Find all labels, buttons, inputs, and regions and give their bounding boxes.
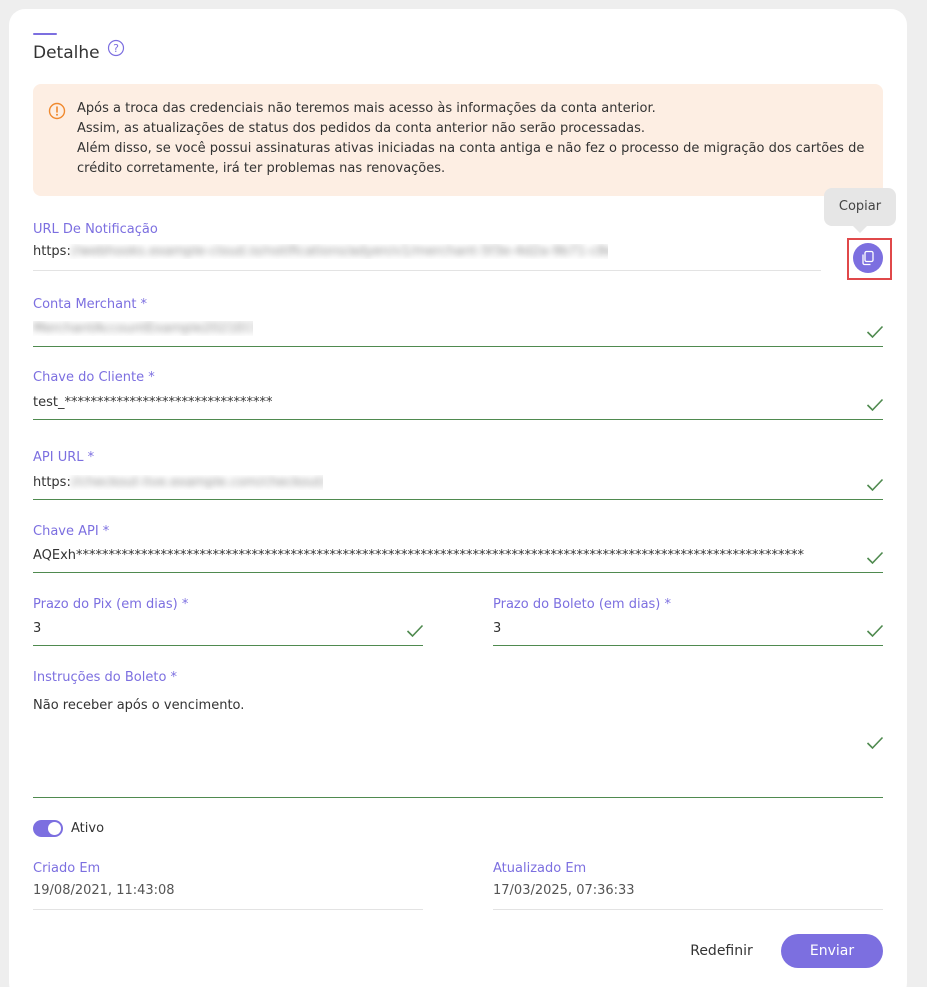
check-icon [866, 325, 884, 339]
pix-deadline-input[interactable]: 3 [33, 621, 41, 636]
notification-url-prefix: https: [33, 244, 71, 259]
boleto-instructions-underline [33, 797, 883, 798]
api-url-prefix: https: [33, 475, 71, 490]
reset-button[interactable]: Redefinir [680, 934, 763, 968]
title-accent-bar [33, 33, 57, 35]
updated-value: 17/03/2025, 07:36:33 [493, 883, 635, 898]
boleto-deadline-input[interactable]: 3 [493, 621, 501, 636]
client-key-label: Chave do Cliente * [33, 370, 155, 385]
created-value: 19/08/2021, 11:43:08 [33, 883, 175, 898]
api-key-input[interactable]: AQExh***********************************… [33, 548, 859, 563]
check-icon [866, 478, 884, 492]
created-label: Criado Em [33, 861, 101, 876]
alert-line: Assim, as atualizações de status dos ped… [77, 121, 646, 136]
active-toggle[interactable] [33, 820, 63, 837]
api-url-input[interactable]: https://checkout-live.example.com/checko… [33, 475, 323, 490]
api-key-underline [33, 572, 883, 573]
merchant-account-underline [33, 346, 883, 347]
merchant-account-label: Conta Merchant * [33, 297, 148, 312]
boleto-instructions-label: Instruções do Boleto * [33, 670, 178, 685]
check-icon [866, 624, 884, 638]
notification-url-redacted: //webhooks.example-cloud.io/notification… [70, 244, 608, 259]
tooltip-arrow [853, 226, 867, 233]
api-key-label: Chave API * [33, 524, 110, 539]
alert-line: Além disso, se você possui assinaturas a… [77, 141, 865, 156]
api-url-underline [33, 499, 883, 500]
merchant-account-redacted: MerchantAccountExample2021ECOM [33, 321, 253, 336]
api-url-label: API URL * [33, 450, 95, 465]
active-toggle-label: Ativo [71, 821, 105, 836]
toggle-knob [48, 822, 61, 835]
warning-icon [48, 102, 66, 120]
client-key-underline [33, 419, 883, 420]
boleto-instructions-textarea[interactable]: Não receber após o vencimento. [33, 698, 244, 713]
copy-tooltip: Copiar [824, 188, 896, 226]
boleto-deadline-underline [493, 645, 883, 646]
copy-icon [862, 250, 874, 266]
alert-line: Após a troca das credenciais não teremos… [77, 101, 656, 116]
svg-text:?: ? [113, 42, 119, 55]
page-title: Detalhe [33, 43, 100, 63]
updated-underline [493, 909, 883, 910]
submit-button[interactable]: Enviar [781, 934, 883, 968]
api-url-redacted: //checkout-live.example.com/checkout/v68 [70, 475, 323, 490]
notification-url-label: URL De Notificação [33, 222, 158, 237]
client-key-input[interactable]: test_******************************** [33, 395, 272, 410]
copy-url-button[interactable] [853, 243, 883, 273]
alert-line: crédito corretamente, irá ter problemas … [77, 161, 446, 176]
check-icon [406, 624, 424, 638]
pix-deadline-label: Prazo do Pix (em dias) * [33, 597, 189, 612]
check-icon [866, 398, 884, 412]
boleto-deadline-label: Prazo do Boleto (em dias) * [493, 597, 672, 612]
pix-deadline-underline [33, 645, 423, 646]
check-icon [866, 551, 884, 565]
notification-url-underline [33, 270, 821, 271]
check-icon [866, 736, 884, 750]
notification-url-field[interactable]: https://webhooks.example-cloud.io/notifi… [33, 244, 608, 259]
created-underline [33, 909, 423, 910]
help-icon[interactable]: ? [107, 39, 125, 57]
merchant-account-input[interactable]: MerchantAccountExample2021ECOM [33, 321, 253, 336]
updated-label: Atualizado Em [493, 861, 587, 876]
